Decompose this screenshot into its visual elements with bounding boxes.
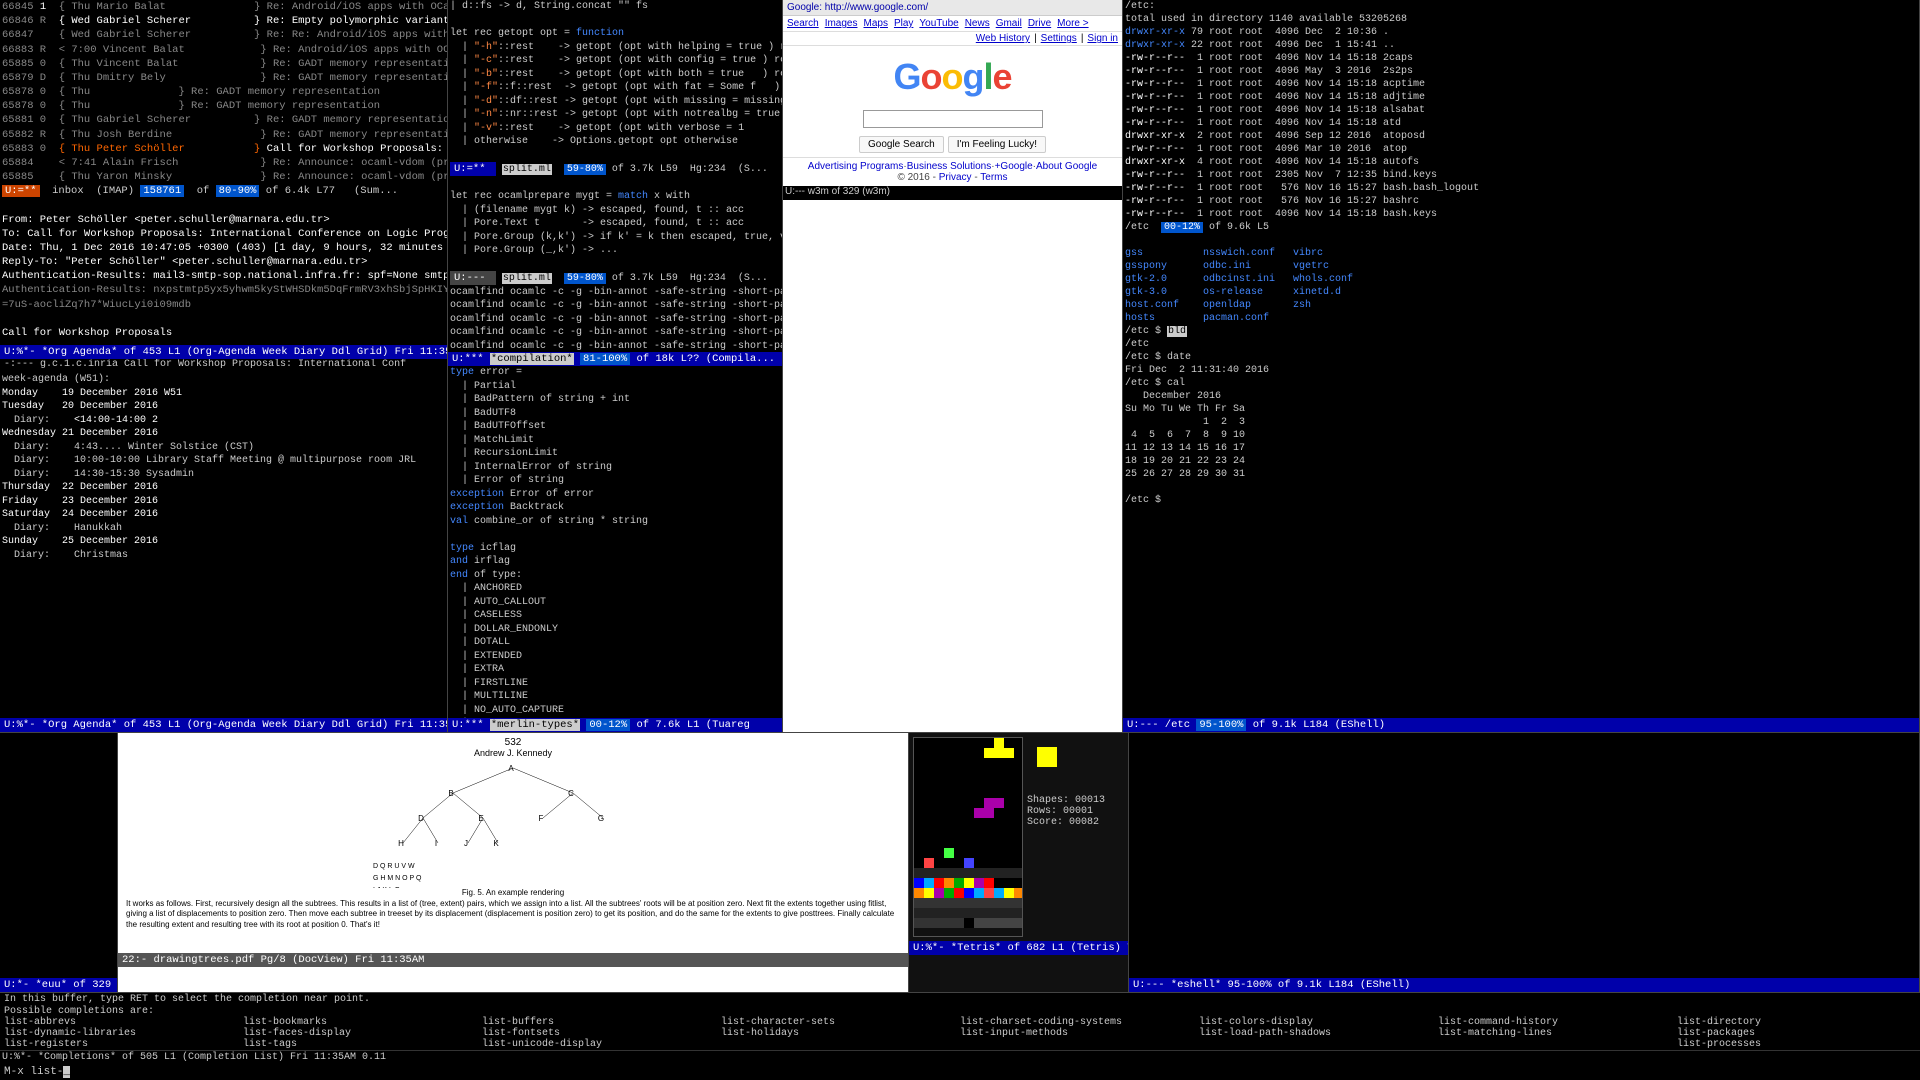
- agenda-content: week-agenda (W51): Monday 19 December 20…: [0, 373, 447, 718]
- eshell-content: [1129, 733, 1919, 978]
- nav-search[interactable]: Search: [787, 18, 819, 29]
- completion-header: In this buffer, type RET to select the c…: [0, 993, 1920, 1006]
- svg-text:F: F: [539, 814, 544, 823]
- minibuffer-prompt: M-x list-: [4, 1066, 63, 1078]
- code-content: | d::fs -> d, String.concat "" fs let re…: [448, 0, 782, 352]
- svg-text:D: D: [418, 814, 424, 823]
- svg-text:I J K L O: I J K L O: [373, 887, 401, 888]
- agenda-status: U:%*- *Org Agenda* of 453 L1 (Org-Agenda…: [0, 718, 447, 732]
- completion-prompt: Possible completions are:: [0, 1006, 1920, 1017]
- google-search-input[interactable]: [863, 110, 1043, 128]
- web-history-link[interactable]: Web History: [976, 33, 1030, 44]
- panel-eshell: U:--- *eshell* 95-100% of 9.1k L184 (ESh…: [1129, 733, 1920, 992]
- tetris-preview: [1027, 737, 1077, 787]
- files-status: U:--- /etc 95-100% of 9.1k L184 (EShell): [1123, 718, 1919, 732]
- nav-gmail[interactable]: Gmail: [996, 18, 1022, 29]
- types-status: U:*** *merlin-types* 00-12% of 7.6k L1 (…: [448, 718, 782, 732]
- fig-number: 532: [122, 737, 904, 748]
- main-area: 66845 1 { Thu Mario Balat } Re: Android/…: [0, 0, 1920, 732]
- svg-text:C: C: [568, 789, 574, 798]
- sign-in-link[interactable]: Sign in: [1087, 33, 1118, 44]
- email-content: 66845 1 { Thu Mario Balat } Re: Android/…: [0, 0, 447, 345]
- email-status: U:%*- *Org Agenda* of 453 L1 (Org-Agenda…: [0, 345, 447, 359]
- panel-files: /etc: total used in directory 1140 avail…: [1123, 0, 1920, 732]
- panel-code: | d::fs -> d, String.concat "" fs let re…: [448, 0, 783, 732]
- google-copyright: © 2016 - Privacy - Terms: [786, 172, 1119, 183]
- browser-nav[interactable]: Search Images Maps Play YouTube News Gma…: [783, 16, 1122, 32]
- tetris-score: Score: 00082: [1027, 817, 1105, 828]
- panel-tetris: Shapes: 00013 Rows: 00001 Score: 00082 U…: [909, 733, 1129, 992]
- nav-images[interactable]: Images: [825, 18, 858, 29]
- tetris-shapes: Shapes: 00013: [1027, 795, 1105, 806]
- completion-list: list-abbrevs list-bookmarks list-buffers…: [0, 1017, 1920, 1050]
- agenda-section: -:--- g.c.1.c.inria Call for Workshop Pr…: [0, 359, 447, 373]
- svg-text:D Q R U V W: D Q R U V W: [373, 863, 415, 870]
- drawtrees-status: 22:- drawingtrees.pdf Pg/8 (DocView) Fri…: [118, 953, 908, 967]
- euu-content: [0, 733, 117, 978]
- google-buttons: Google Search I'm Feeling Lucky!: [783, 136, 1122, 153]
- svg-text:G: G: [598, 814, 604, 823]
- nav-youtube[interactable]: YouTube: [919, 18, 958, 29]
- svg-text:I: I: [435, 839, 437, 848]
- terms-link[interactable]: Terms: [980, 172, 1007, 183]
- svg-text:H: H: [398, 839, 404, 848]
- google-advertising: Advertising Programs·Business Solutions·…: [786, 161, 1119, 172]
- fig-author: Andrew J. Kennedy: [122, 748, 904, 758]
- nav-maps[interactable]: Maps: [863, 18, 887, 29]
- fig-caption: Fig. 5. An example rendering: [122, 888, 904, 897]
- google-logo: Google: [783, 46, 1122, 106]
- nav-play[interactable]: Play: [894, 18, 913, 29]
- tetris-info: Shapes: 00013 Rows: 00001 Score: 00082: [1027, 737, 1105, 937]
- minibuffer-cursor: _: [63, 1066, 70, 1078]
- privacy-link[interactable]: Privacy: [939, 172, 972, 183]
- nav-drive[interactable]: Drive: [1028, 18, 1051, 29]
- svg-text:A: A: [508, 764, 514, 773]
- euu-status: U:*- *euu* of 329 L14 (euu) Fri 11:35AM: [0, 978, 117, 992]
- svg-text:B: B: [448, 789, 453, 798]
- panel-browser: Google: http://www.google.com/ Search Im…: [783, 0, 1123, 732]
- tetris-rows: Rows: 00001: [1027, 806, 1105, 817]
- svg-text:E: E: [478, 814, 483, 823]
- browser-toolbar: Google: http://www.google.com/: [783, 0, 1122, 16]
- browser-settings: Web History | Settings | Sign in: [783, 32, 1122, 46]
- nav-more[interactable]: More >: [1057, 18, 1088, 29]
- bottom-section: U:*- *euu* of 329 L14 (euu) Fri 11:35AM …: [0, 732, 1920, 992]
- files-content: /etc: total used in directory 1140 avail…: [1123, 0, 1919, 718]
- browser-status: U:--- w3m of 329 (w3m): [783, 186, 1122, 200]
- panel-euu: U:*- *euu* of 329 L14 (euu) Fri 11:35AM: [0, 733, 118, 992]
- tetris-status: U:%*- *Tetris* of 682 L1 (Tetris) Text: [909, 941, 1128, 955]
- drawtrees-content: 532 Andrew J. Kennedy A B C D E F: [118, 733, 908, 953]
- svg-text:G H M N O P Q: G H M N O P Q: [373, 875, 422, 882]
- panel-email: 66845 1 { Thu Mario Balat } Re: Android/…: [0, 0, 448, 732]
- panel-drawtrees: 532 Andrew J. Kennedy A B C D E F: [118, 733, 909, 992]
- fig-description: It works as follows. First, recursively …: [122, 897, 904, 932]
- eshell-status: U:--- *eshell* 95-100% of 9.1k L184 (ESh…: [1129, 978, 1919, 992]
- settings-link[interactable]: Settings: [1041, 33, 1077, 44]
- google-search-button[interactable]: Google Search: [859, 136, 944, 153]
- google-search-box: [783, 110, 1122, 128]
- tree-diagram: A B C D E F G H I J K D Q R U V W G H M …: [353, 758, 673, 888]
- tetris-main: Shapes: 00013 Rows: 00001 Score: 00082: [909, 733, 1128, 941]
- google-footer: Advertising Programs·Business Solutions·…: [783, 157, 1122, 186]
- tetris-svg: [914, 738, 1023, 937]
- svg-text:K: K: [493, 839, 499, 848]
- compilation-status-bar: U:*** *compilation* 81-100% of 18k L?? (…: [448, 352, 782, 366]
- completion-area: In this buffer, type RET to select the c…: [0, 992, 1920, 1080]
- completions-status: U:%*- *Completions* of 505 L1 (Completio…: [0, 1050, 1920, 1064]
- types-content: type error = | Partial | BadPattern of s…: [448, 366, 782, 718]
- feeling-lucky-button[interactable]: I'm Feeling Lucky!: [948, 136, 1046, 153]
- minibuffer[interactable]: M-x list-_: [0, 1064, 1920, 1080]
- tetris-board: [913, 737, 1023, 937]
- browser-url: Google: http://www.google.com/: [787, 2, 928, 13]
- nav-news[interactable]: News: [965, 18, 990, 29]
- svg-text:J: J: [464, 839, 468, 848]
